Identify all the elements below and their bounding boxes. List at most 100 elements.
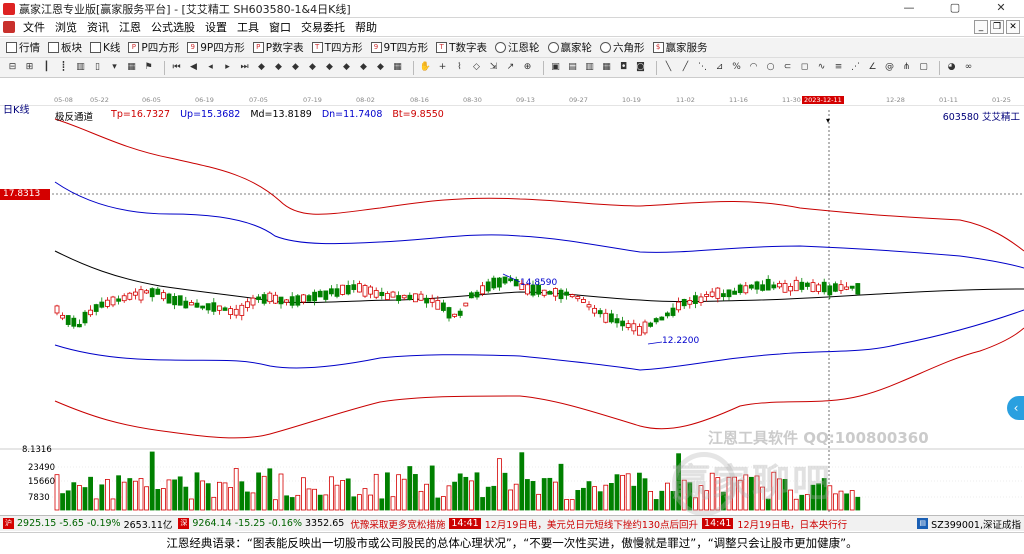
pitch-icon[interactable]: ⋔ (900, 61, 913, 74)
toolbar-service-button[interactable]: $ 赢家服务 (652, 40, 708, 55)
chart-icon[interactable]: ▥ (74, 61, 87, 74)
diamond4-icon[interactable]: ◆ (306, 61, 319, 74)
channel-icon[interactable]: ╱ (679, 61, 692, 74)
toolbar-hexagon-button[interactable]: 六角形 (600, 40, 645, 55)
candle-body (88, 309, 93, 316)
candle-body (855, 283, 861, 295)
toolbar-winner-wheel-button[interactable]: 赢家轮 (547, 40, 592, 55)
maximize-button[interactable]: ▢ (932, 0, 978, 18)
diamond3-icon[interactable]: ◆ (289, 61, 302, 74)
toolbar-t-table-button[interactable]: T T数字表 (436, 40, 487, 55)
mdi-restore-button[interactable]: ❐ (990, 20, 1004, 34)
mdi-minimize-button[interactable]: _ (974, 20, 988, 34)
watermark-contact: 江恩工具软件 QQ:100800360 (708, 429, 929, 447)
forward-icon[interactable]: ▸ (221, 61, 234, 74)
camera-icon[interactable]: ◘ (617, 61, 630, 74)
save-icon[interactable]: ▤ (566, 61, 579, 74)
close-button[interactable]: ✕ (978, 0, 1024, 18)
zoom-icon[interactable]: ▯ (91, 61, 104, 74)
crosshair-icon[interactable]: + (436, 61, 449, 74)
news-ticker[interactable]: 优豫采取更多宽松措施 14:41 12月19日电，美元兑日元短线下挫约130点后… (347, 517, 850, 531)
toolbar-quotes-button[interactable]: 行情 (6, 40, 40, 55)
spiral-icon[interactable]: @ (883, 61, 896, 74)
toolbar-p-square-button[interactable]: P P四方形 (128, 40, 179, 55)
fan-icon[interactable]: ⋱ (696, 61, 709, 74)
toolbar-9p-square-button[interactable]: 9 9P四方形 (187, 40, 245, 55)
toolbar-9t-square-button[interactable]: 9 9T四方形 (370, 40, 428, 55)
circle-icon[interactable]: ○ (764, 61, 777, 74)
trendline-icon[interactable]: ╲ (662, 61, 675, 74)
menu-gann[interactable]: 江恩 (114, 19, 146, 35)
menu-tools[interactable]: 工具 (232, 19, 264, 35)
sh-index-segment[interactable]: 沪 2925.15 -5.65 -0.19% 2653.11亿 (0, 517, 175, 531)
square-icon[interactable]: ▢ (917, 61, 930, 74)
toolbar-sectors-button[interactable]: 板块 (48, 40, 82, 55)
menu-browse[interactable]: 浏览 (50, 19, 82, 35)
grid-toggle-icon[interactable]: ⊞ (23, 61, 36, 74)
layout-icon[interactable]: ⊟ (6, 61, 19, 74)
toolbar-p-table-button[interactable]: P P数字表 (252, 40, 304, 55)
last-icon[interactable]: ⏭ (238, 61, 251, 74)
diamond7-icon[interactable]: ◆ (357, 61, 370, 74)
flag-icon[interactable]: ⚑ (142, 61, 155, 74)
prev-icon[interactable]: ◀ (187, 61, 200, 74)
toolbar-gann-wheel-button[interactable]: 江恩轮 (495, 40, 540, 55)
menu-file[interactable]: 文件 (18, 19, 50, 35)
candle-icon[interactable]: ┃ (40, 61, 53, 74)
toolbar-t-square-button[interactable]: T T四方形 (311, 40, 363, 55)
volume-bar (642, 478, 648, 511)
ellipse-icon[interactable]: ⊂ (781, 61, 794, 74)
menu-window[interactable]: 窗口 (264, 19, 296, 35)
box-icon[interactable]: ◻ (798, 61, 811, 74)
arrow-down-icon[interactable]: ▾ (108, 61, 121, 74)
menu-trade[interactable]: 交易委托 (296, 19, 350, 35)
sz-index-segment[interactable]: 深 9264.14 -15.25 -0.16% 3352.65 (175, 518, 347, 529)
kline-chart[interactable]: ▾ 14.8590 12.2200 8.1316 23490 15660 7830 (0, 96, 1024, 514)
menu-info[interactable]: 资讯 (82, 19, 114, 35)
infinity-icon[interactable]: ∞ (962, 61, 975, 74)
grid2-icon[interactable]: ▦ (391, 61, 404, 74)
menu-formula[interactable]: 公式选股 (146, 19, 200, 35)
arc-icon[interactable]: ◠ (747, 61, 760, 74)
first-icon[interactable]: ⏮ (170, 61, 183, 74)
shape-icon[interactable]: ◇ (470, 61, 483, 74)
volume-bar (121, 481, 127, 511)
mdi-close-button[interactable]: ✕ (1006, 20, 1020, 34)
diamond-icon[interactable]: ◆ (255, 61, 268, 74)
candle-body (709, 291, 715, 297)
bars-icon[interactable]: ┋ (57, 61, 70, 74)
angle-icon[interactable]: ∠ (866, 61, 879, 74)
indicator-name: 极反通道 (55, 112, 94, 123)
target-icon[interactable]: ⊕ (521, 61, 534, 74)
color-wheel-icon[interactable]: ◕ (945, 61, 958, 74)
wave-icon[interactable]: ⌇ (453, 61, 466, 74)
menu-help[interactable]: 帮助 (350, 19, 382, 35)
car-icon[interactable]: ◙ (634, 61, 647, 74)
copy-icon[interactable]: ▦ (600, 61, 613, 74)
print-icon[interactable]: ▥ (583, 61, 596, 74)
system-menu-icon[interactable] (3, 21, 15, 33)
diamond8-icon[interactable]: ◆ (374, 61, 387, 74)
back-icon[interactable]: ◂ (204, 61, 217, 74)
volume-bar (356, 494, 362, 511)
sine-icon[interactable]: ∿ (815, 61, 828, 74)
menu-settings[interactable]: 设置 (200, 19, 232, 35)
table-icon[interactable]: ▦ (125, 61, 138, 74)
side-panel-toggle-button[interactable]: ‹ (1007, 396, 1024, 420)
diamond2-icon[interactable]: ◆ (272, 61, 285, 74)
diamond6-icon[interactable]: ◆ (340, 61, 353, 74)
fib-icon[interactable]: ≡ (832, 61, 845, 74)
gann-fan-icon[interactable]: ⋰ (849, 61, 862, 74)
minimize-button[interactable]: — (886, 0, 932, 18)
volume-bar (323, 494, 329, 511)
export-icon[interactable]: ⇲ (487, 61, 500, 74)
volume-bar (205, 483, 211, 511)
toolbar-kline-button[interactable]: K线 (90, 40, 120, 55)
diamond5-icon[interactable]: ◆ (323, 61, 336, 74)
calc-icon[interactable]: ▣ (549, 61, 562, 74)
hand-icon[interactable]: ✋ (419, 61, 432, 74)
trend-icon[interactable]: ↗ (504, 61, 517, 74)
ruler-icon[interactable]: ⊿ (713, 61, 726, 74)
index-selector[interactable]: ▤ SZ399001,深证成指 (914, 516, 1024, 531)
percent-icon[interactable]: % (730, 61, 743, 74)
